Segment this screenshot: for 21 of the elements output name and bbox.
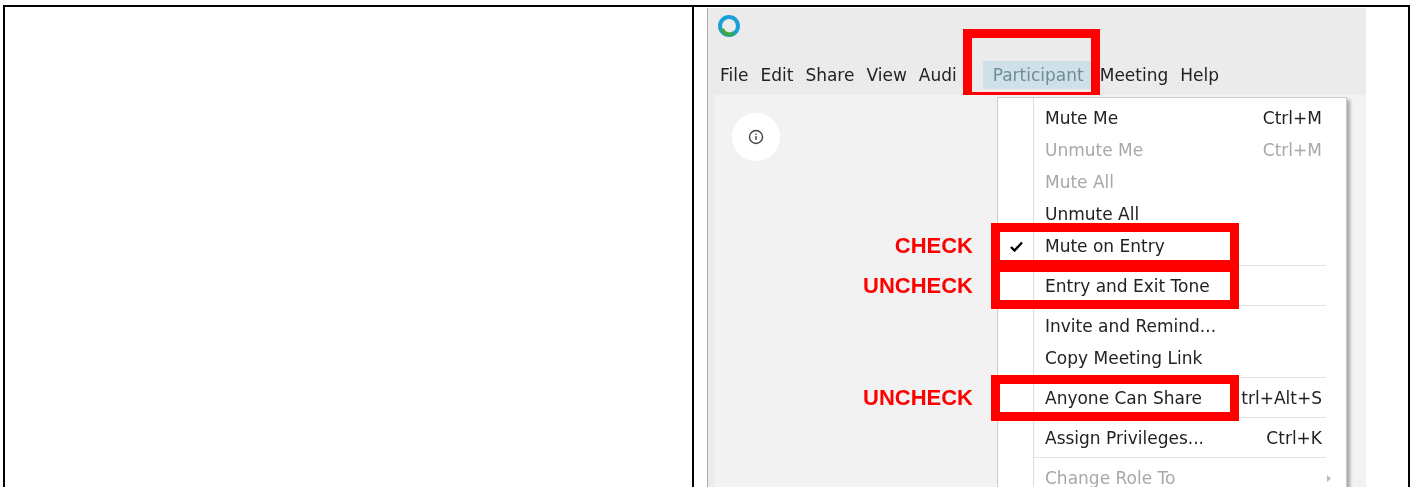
menu-bar-item[interactable]: Share <box>799 61 861 89</box>
menu-item[interactable]: Mute Me Ctrl+M <box>998 102 1346 134</box>
menu-item[interactable]: Mute on Entry <box>998 230 1346 262</box>
app-logo-icon <box>718 15 740 37</box>
menu-item[interactable]: Invite and Remind... <box>998 310 1346 342</box>
info-icon <box>748 129 764 145</box>
menu-bar-item[interactable]: Audi <box>912 61 963 89</box>
menu-bar-item[interactable]: Meeting <box>1093 61 1175 89</box>
annotation-label: UNCHECK <box>863 385 973 411</box>
info-button[interactable] <box>732 113 780 161</box>
menu-item[interactable]: Anyone Can Share trl+Alt+S <box>998 382 1346 414</box>
menu-item[interactable]: Entry and Exit Tone <box>998 270 1346 302</box>
menu-bar-item[interactable]: Help <box>1174 61 1226 89</box>
menu-bar-item[interactable]: File <box>714 61 755 89</box>
menu-item[interactable]: Copy Meeting Link <box>998 342 1346 374</box>
menu-item[interactable]: Assign Privileges... Ctrl+K <box>998 422 1346 454</box>
annotation-label: UNCHECK <box>863 273 973 299</box>
menu-item[interactable]: Unmute All <box>998 198 1346 230</box>
menu-bar-item[interactable]: View <box>860 61 913 89</box>
menu-bar-item[interactable]: Edit <box>754 61 800 89</box>
annotation-label: CHECK <box>894 233 973 259</box>
